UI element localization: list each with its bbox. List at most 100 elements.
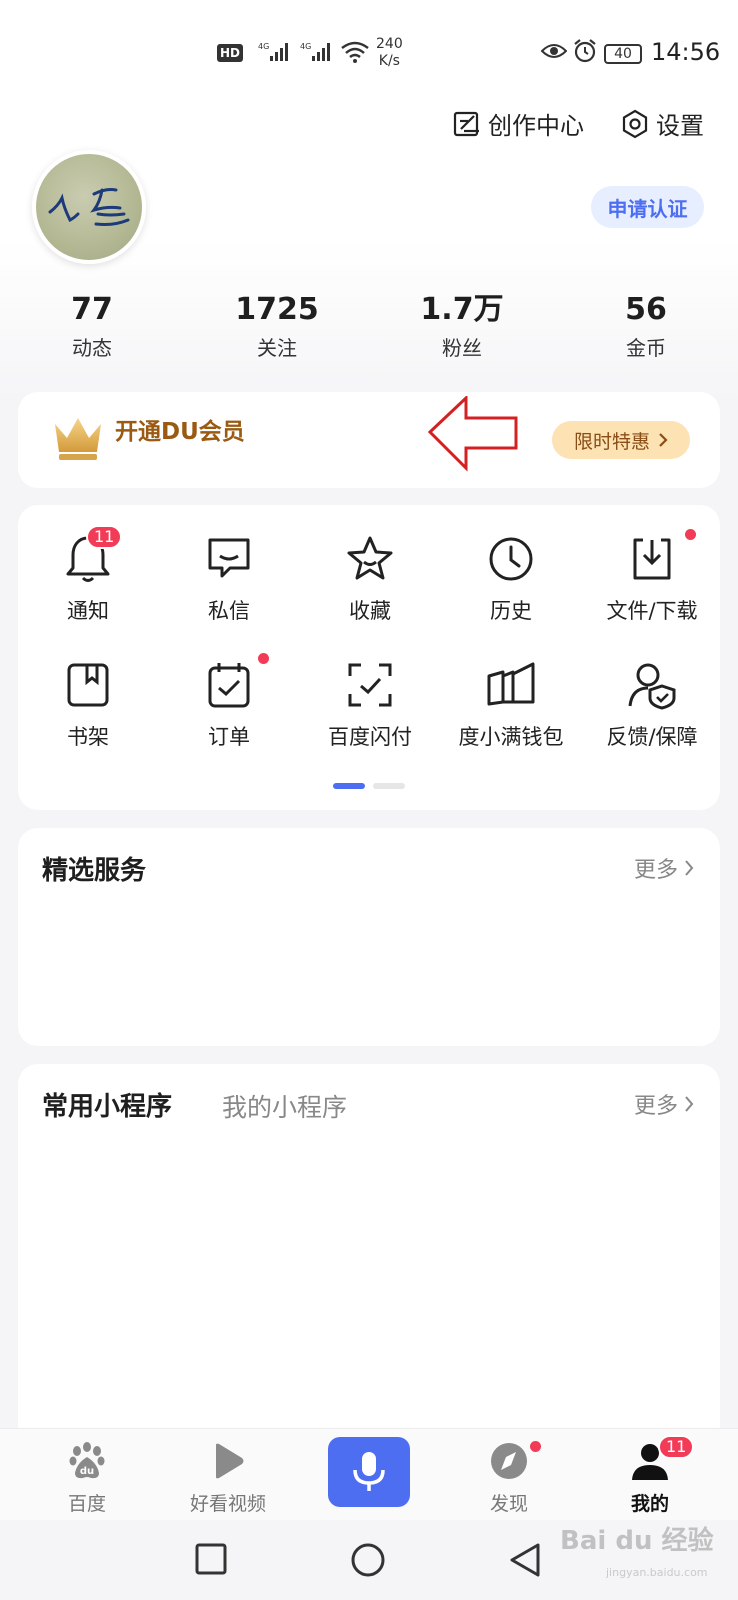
mini-programs-tab-mine[interactable]: 我的小程序 bbox=[222, 1088, 347, 1124]
bottom-tab-bar: du 百度 好看视频 发现 11 我的 bbox=[0, 1428, 738, 1520]
shortcut-files-downloads[interactable]: 文件/下载 bbox=[582, 529, 722, 625]
more-label: 更多 bbox=[633, 858, 678, 883]
limited-offer-label: 限时特惠 bbox=[573, 430, 650, 453]
mini-programs-more-link[interactable]: 更多 bbox=[634, 1088, 694, 1120]
stat-value: 1725 bbox=[235, 292, 319, 327]
annotation-arrow-icon bbox=[428, 396, 518, 472]
shortcut-bookshelf[interactable]: 书架 bbox=[18, 657, 158, 751]
wifi-icon bbox=[340, 40, 370, 64]
shortcut-feedback[interactable]: 反馈/保障 bbox=[582, 657, 722, 751]
baidu-jingyan-watermark: Bai du 经验 bbox=[560, 1526, 714, 1556]
hd-indicator: HD bbox=[217, 44, 244, 62]
mine-badge: 11 bbox=[658, 1435, 695, 1459]
featured-services-title: 精选服务 bbox=[42, 856, 147, 886]
tab-discover[interactable]: 发现 bbox=[449, 1441, 569, 1516]
new-dot-indicator bbox=[530, 1441, 541, 1452]
tab-baidu[interactable]: du 百度 bbox=[27, 1441, 147, 1516]
stat-coins[interactable]: 56 金币 bbox=[576, 292, 716, 361]
shortcut-messages[interactable]: 私信 bbox=[159, 531, 299, 625]
profile-stats: 77 动态 1725 关注 1.7万 粉丝 56 金币 bbox=[0, 292, 738, 372]
creation-center-label: 创作中心 bbox=[488, 112, 584, 140]
shortcut-history[interactable]: 历史 bbox=[441, 531, 581, 625]
shortcut-label: 百度闪付 bbox=[328, 725, 412, 749]
creation-center-button[interactable]: 创作中心 bbox=[452, 106, 584, 141]
shortcut-label: 通知 bbox=[67, 599, 109, 623]
eye-icon bbox=[540, 40, 568, 66]
vip-title: 开通DU会员 bbox=[115, 419, 245, 445]
download-icon bbox=[633, 538, 671, 580]
message-icon bbox=[208, 538, 250, 578]
new-dot-indicator bbox=[258, 653, 269, 664]
clock-time: 14:56 bbox=[651, 38, 721, 66]
featured-services-card: 精选服务 更多 bbox=[18, 828, 720, 1046]
apply-certification-button[interactable]: 申请认证 bbox=[591, 186, 704, 228]
tab-label: 发现 bbox=[489, 1493, 528, 1515]
stat-posts[interactable]: 77 动态 bbox=[22, 292, 162, 361]
recent-apps-icon[interactable] bbox=[194, 1542, 228, 1576]
shortcut-label: 书架 bbox=[67, 725, 109, 749]
shortcut-label: 历史 bbox=[490, 599, 532, 623]
new-dot-indicator bbox=[685, 529, 696, 540]
network-speed-unit: K/s bbox=[378, 53, 400, 69]
tab-mine[interactable]: 11 我的 bbox=[590, 1435, 710, 1516]
limited-offer-button[interactable]: 限时特惠 bbox=[552, 421, 690, 459]
shortcut-label: 订单 bbox=[208, 725, 250, 749]
tab-label: 百度 bbox=[67, 1493, 106, 1515]
scan-pay-icon bbox=[348, 663, 392, 707]
vip-membership-card[interactable]: 开通DU会员 限时特惠 bbox=[18, 392, 720, 488]
voice-search-button[interactable] bbox=[328, 1437, 410, 1507]
creation-pen-icon bbox=[453, 111, 479, 136]
mini-programs-card: 常用小程序 我的小程序 更多 bbox=[18, 1064, 720, 1444]
wallet-icon bbox=[487, 662, 535, 706]
stat-value: 1.7万 bbox=[420, 292, 504, 327]
shortcut-label: 反馈/保障 bbox=[606, 725, 698, 749]
feedback-shield-icon bbox=[628, 663, 676, 710]
notification-badge: 11 bbox=[86, 525, 123, 549]
stat-following[interactable]: 1725 关注 bbox=[207, 292, 347, 361]
microphone-icon bbox=[353, 1452, 385, 1491]
tab-label: 好看视频 bbox=[189, 1493, 266, 1515]
tab-label: 我的 bbox=[630, 1493, 669, 1515]
home-icon[interactable] bbox=[350, 1542, 386, 1578]
chevron-right-icon bbox=[659, 433, 668, 447]
shortcut-grid: 11 通知 私信 收藏 历史 文件/下载 书架 订单 百度闪付 度小满钱包 反馈… bbox=[18, 505, 720, 810]
shortcut-favorites[interactable]: 收藏 bbox=[300, 531, 440, 625]
avatar[interactable] bbox=[32, 150, 146, 264]
play-icon bbox=[216, 1443, 244, 1479]
more-label: 更多 bbox=[633, 1094, 678, 1119]
chevron-right-icon bbox=[685, 860, 694, 876]
status-bar: HD 4G 4G 240 K/s 40 14:56 bbox=[0, 30, 738, 80]
stat-value: 56 bbox=[625, 292, 667, 327]
shortcut-wallet[interactable]: 度小满钱包 bbox=[441, 657, 581, 751]
shortcut-label: 私信 bbox=[208, 599, 250, 623]
stat-label: 金币 bbox=[626, 336, 666, 360]
stat-label: 关注 bbox=[257, 336, 297, 360]
stat-label: 动态 bbox=[72, 336, 112, 360]
compass-icon bbox=[491, 1443, 527, 1479]
alarm-icon bbox=[572, 38, 598, 68]
settings-hexagon-icon bbox=[622, 109, 648, 138]
bookshelf-icon bbox=[67, 663, 109, 707]
network-speed: 240 K/s bbox=[376, 36, 403, 70]
chevron-right-icon bbox=[685, 1096, 694, 1112]
baidu-paw-icon: du bbox=[69, 1442, 105, 1479]
back-icon[interactable] bbox=[508, 1542, 542, 1578]
settings-button[interactable]: 设置 bbox=[620, 106, 704, 141]
shortcut-baidu-pay[interactable]: 百度闪付 bbox=[300, 657, 440, 751]
star-icon bbox=[347, 536, 393, 580]
clock-icon bbox=[489, 537, 533, 581]
shortcut-label: 文件/下载 bbox=[606, 599, 698, 623]
tab-haokan-video[interactable]: 好看视频 bbox=[168, 1441, 288, 1516]
signal-4g-1-icon: 4G bbox=[258, 40, 294, 64]
mini-programs-tab-frequent[interactable]: 常用小程序 bbox=[42, 1086, 172, 1123]
page-indicator-active bbox=[333, 783, 365, 789]
stat-fans[interactable]: 1.7万 粉丝 bbox=[392, 292, 532, 361]
settings-label: 设置 bbox=[656, 112, 704, 140]
shortcut-notifications[interactable]: 11 通知 bbox=[18, 525, 158, 625]
stat-value: 77 bbox=[71, 292, 113, 327]
avatar-handwriting-image bbox=[48, 188, 130, 226]
shortcut-orders[interactable]: 订单 bbox=[159, 653, 299, 751]
stat-label: 粉丝 bbox=[442, 336, 482, 360]
svg-text:du: du bbox=[80, 1466, 94, 1477]
featured-services-more-link[interactable]: 更多 bbox=[634, 852, 694, 884]
